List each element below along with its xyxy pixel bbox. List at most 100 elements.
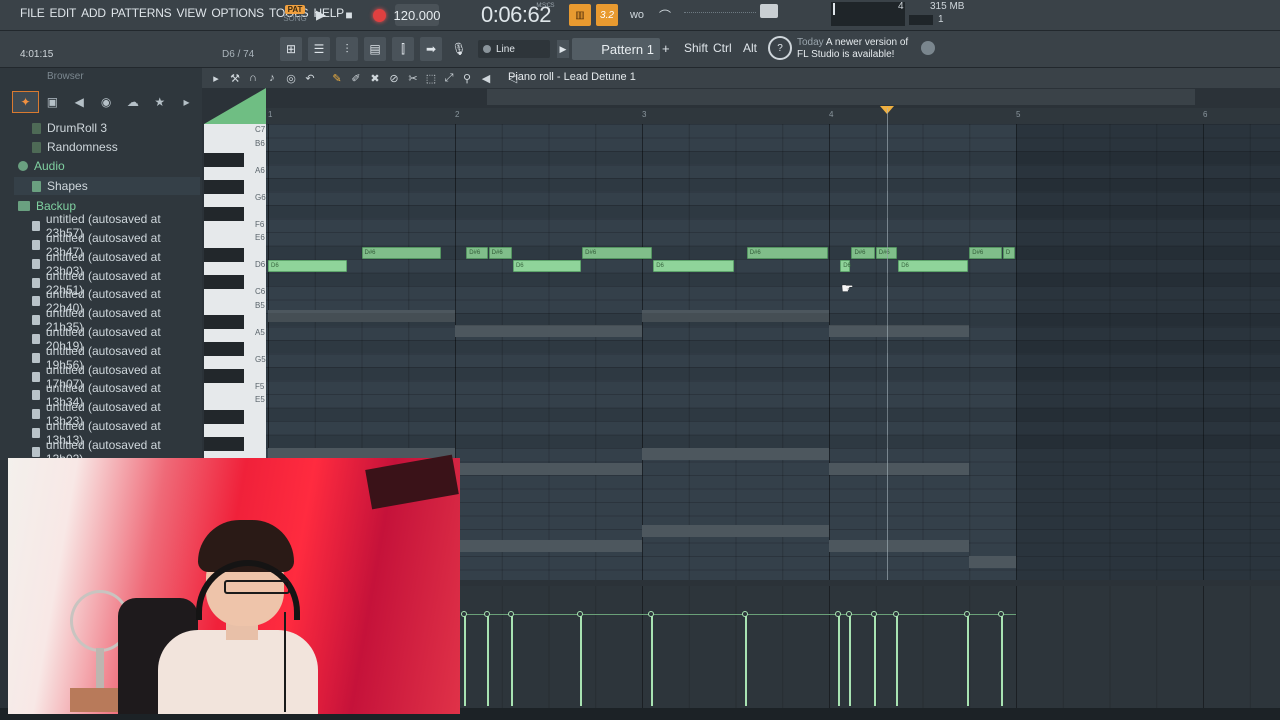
piano-roll-icon[interactable]: ⫶: [336, 37, 358, 61]
microphone-icon[interactable]: 🎙: [448, 37, 470, 61]
globe-icon[interactable]: [921, 41, 935, 55]
black-key-row: [266, 178, 1280, 191]
note[interactable]: D6: [268, 260, 348, 272]
select-tool-icon[interactable]: ⬚: [424, 71, 438, 85]
draw-pencil-icon[interactable]: ✎: [330, 71, 344, 85]
loop-record-icon[interactable]: ◎: [284, 71, 298, 85]
black-key[interactable]: [204, 247, 244, 262]
black-key[interactable]: [204, 153, 244, 167]
browser-icon[interactable]: ▤: [364, 37, 386, 61]
velocity-stem[interactable]: [997, 611, 1004, 706]
pat-song-toggle[interactable]: PAT SONG: [282, 2, 308, 26]
stamp-icon[interactable]: ♪: [265, 71, 279, 85]
metronome-icon[interactable]: 3.2: [596, 4, 618, 26]
black-key[interactable]: [204, 207, 244, 221]
playback-icon[interactable]: ◀: [479, 71, 493, 85]
alt-key[interactable]: Alt: [743, 41, 757, 55]
ghost-note: [969, 556, 1016, 568]
slice-tool-icon[interactable]: ✂: [406, 71, 420, 85]
velocity-stem[interactable]: [835, 611, 842, 706]
menu-add[interactable]: ADD: [81, 6, 106, 20]
black-key[interactable]: [204, 369, 244, 383]
plugin-picker-icon[interactable]: ➡: [420, 37, 442, 61]
velocity-stem[interactable]: [870, 611, 877, 706]
black-key[interactable]: [204, 180, 244, 194]
time-display[interactable]: 0:06:62 M:S:CS: [478, 2, 554, 27]
pattern-selector[interactable]: Pattern 1: [572, 38, 660, 60]
velocity-stem[interactable]: [577, 611, 584, 706]
current-project-icon[interactable]: ◀: [66, 91, 93, 113]
snap-selector[interactable]: Line: [478, 40, 550, 58]
browser-item[interactable]: Audio: [14, 157, 200, 175]
browser-item[interactable]: Shapes: [14, 177, 200, 195]
pattern-overview: [202, 88, 1280, 108]
note[interactable]: D6: [898, 260, 969, 272]
velocity-stem[interactable]: [507, 611, 514, 706]
note[interactable]: D6: [653, 260, 735, 272]
black-key[interactable]: [204, 409, 244, 424]
key-label: E6: [255, 233, 265, 242]
plugin-database-icon[interactable]: ◉: [93, 91, 120, 113]
record-button[interactable]: [368, 4, 390, 26]
browser-item[interactable]: Randomness: [14, 138, 200, 156]
all-files-icon[interactable]: ✦: [12, 91, 39, 113]
key-label: C7: [255, 125, 266, 134]
tempo-display[interactable]: 120.000: [394, 4, 441, 26]
mute-tool-icon[interactable]: ⊘: [387, 71, 401, 85]
black-key[interactable]: [204, 315, 244, 329]
cloud-icon[interactable]: ☁: [119, 91, 146, 113]
note-label: D6: [515, 263, 524, 269]
paint-brush-icon[interactable]: ✐: [349, 71, 363, 85]
velocity-stem[interactable]: [741, 611, 748, 706]
hint-note: D6 / 74: [222, 49, 255, 60]
news-panel[interactable]: Today A newer version of FL Studio is av…: [797, 37, 908, 61]
file-icon: [32, 334, 40, 344]
step-edit-icon[interactable]: ▥: [569, 4, 591, 26]
undo-icon[interactable]: ↶: [303, 71, 317, 85]
stop-button[interactable]: ■: [338, 4, 360, 26]
menu-file[interactable]: FILE: [20, 6, 45, 20]
velocity-stem[interactable]: [964, 611, 971, 706]
zoom-icon[interactable]: ⚲: [460, 71, 474, 85]
velocity-stem[interactable]: [483, 611, 490, 706]
black-key[interactable]: [204, 342, 244, 356]
menu-view[interactable]: VIEW: [176, 6, 206, 20]
favorites-icon[interactable]: ★: [146, 91, 173, 113]
velocity-stem[interactable]: [461, 611, 468, 706]
playlist-icon[interactable]: ⊞: [280, 37, 302, 61]
hint-bubble-icon[interactable]: ?: [768, 36, 792, 60]
piano-roll-menu-icon[interactable]: ▸: [209, 71, 223, 85]
browser-item[interactable]: DrumRoll 3: [14, 119, 200, 137]
ctrl-key[interactable]: Ctrl: [713, 41, 732, 55]
channel-rack-icon[interactable]: ☰: [308, 37, 330, 61]
scroll-right-icon[interactable]: ▸: [173, 91, 200, 113]
oscilloscope: [684, 12, 756, 16]
pattern-prev-arrow[interactable]: ▶: [557, 40, 569, 58]
velocity-stem[interactable]: [846, 611, 853, 706]
menu-edit[interactable]: EDIT: [50, 6, 77, 20]
menu-patterns[interactable]: PATTERNS: [111, 6, 172, 20]
countdown-icon[interactable]: ⌒: [654, 4, 676, 26]
timeline[interactable]: [266, 108, 1280, 124]
velocity-stem[interactable]: [648, 611, 655, 706]
note[interactable]: D6: [512, 260, 582, 272]
black-key-row: [266, 313, 1280, 326]
master-volume-knob[interactable]: [760, 4, 778, 18]
menu-options[interactable]: OPTIONS: [211, 6, 264, 20]
velocity-stem[interactable]: [893, 611, 900, 706]
ghost-note: [829, 325, 969, 337]
browser-item-label: DrumRoll 3: [47, 121, 108, 135]
wait-for-input-icon[interactable]: wo: [624, 4, 650, 26]
mixer-icon[interactable]: ⫿: [392, 37, 414, 61]
black-key[interactable]: [204, 274, 244, 289]
tools-icon[interactable]: ⚒: [228, 71, 242, 85]
shift-key[interactable]: Shift: [684, 41, 708, 55]
note[interactable]: D6: [840, 260, 851, 272]
project-files-icon[interactable]: ▣: [39, 91, 66, 113]
zoom-tool-icon[interactable]: ⤢: [442, 71, 456, 85]
add-pattern-button[interactable]: +: [662, 41, 670, 56]
black-key[interactable]: [204, 436, 244, 451]
delete-tool-icon[interactable]: ✖: [368, 71, 382, 85]
magnet-icon[interactable]: ∩: [246, 71, 260, 85]
play-button[interactable]: ▶: [310, 4, 332, 26]
